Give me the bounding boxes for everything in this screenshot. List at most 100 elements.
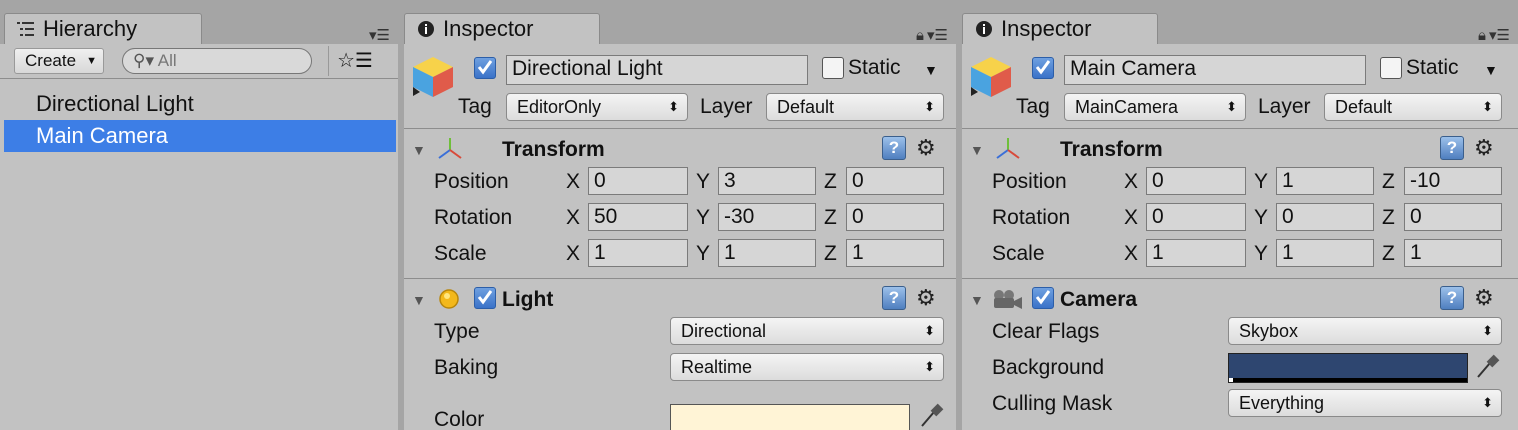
position-x-field[interactable]: 0	[1146, 167, 1246, 195]
background-color-swatch[interactable]	[1228, 353, 1468, 383]
z-label: Z	[824, 242, 837, 265]
z-label: Z	[1382, 170, 1395, 193]
x-label: X	[1124, 242, 1139, 265]
rotation-y-field[interactable]: 0	[1276, 203, 1374, 231]
updown-arrow-icon: ⬍	[1482, 323, 1493, 338]
create-button[interactable]: Create ▼	[14, 48, 104, 74]
static-checkbox[interactable]	[1380, 57, 1402, 79]
position-z-field[interactable]: 0	[846, 167, 944, 195]
rotation-x-field[interactable]: 0	[1146, 203, 1246, 231]
info-icon	[975, 20, 993, 38]
static-menu-icon[interactable]: ▼	[1484, 58, 1498, 82]
foldout-arrow-icon[interactable]: ▼	[412, 142, 426, 158]
eyedropper-icon[interactable]	[1474, 353, 1500, 386]
culling-mask-value: Everything	[1239, 393, 1325, 413]
type-dropdown[interactable]: Directional ⬍	[670, 317, 944, 345]
light-enabled-checkbox[interactable]	[474, 287, 496, 309]
search-field[interactable]: ⚲▾ All	[122, 48, 312, 74]
rotation-x-field[interactable]: 50	[588, 203, 688, 231]
help-book-icon[interactable]: ?	[882, 136, 906, 160]
tag-value: MainCamera	[1075, 97, 1179, 117]
filter-star-button[interactable]: ☆☰	[328, 46, 381, 76]
rotation-label: Rotation	[992, 206, 1071, 229]
rotation-z-field[interactable]: 0	[846, 203, 944, 231]
position-y-field[interactable]: 3	[718, 167, 816, 195]
rotation-y-field[interactable]: -30	[718, 203, 816, 231]
position-label: Position	[992, 170, 1067, 193]
scale-x-field[interactable]: 1	[588, 239, 688, 267]
camera-enabled-checkbox[interactable]	[1032, 287, 1054, 309]
tag-dropdown[interactable]: EditorOnly ⬍	[506, 93, 688, 121]
inspector-tabbar: Inspector 🔒︎ ▾☰	[404, 0, 956, 44]
rotation-label: Rotation	[434, 206, 513, 229]
gear-icon[interactable]: ⚙	[916, 136, 936, 160]
active-checkbox[interactable]	[474, 57, 496, 79]
hierarchy-item-main-camera[interactable]: Main Camera	[4, 120, 396, 152]
updown-arrow-icon: ⬍	[1482, 395, 1493, 410]
position-z-field[interactable]: -10	[1404, 167, 1502, 195]
help-book-icon[interactable]: ?	[882, 286, 906, 310]
scale-y-field[interactable]: 1	[1276, 239, 1374, 267]
hierarchy-panel: Hierarchy ▾☰ Create ▼ ⚲▾ All ☆☰ Directio…	[0, 0, 398, 430]
tab-menu-icon[interactable]: 🔒︎ ▾☰	[916, 26, 948, 45]
clear-flags-value: Skybox	[1239, 321, 1299, 341]
active-checkbox[interactable]	[1032, 57, 1054, 79]
static-checkbox[interactable]	[822, 57, 844, 79]
foldout-arrow-icon[interactable]: ▼	[970, 292, 984, 308]
x-label: X	[1124, 170, 1139, 193]
tag-label: Tag	[458, 95, 492, 118]
tag-dropdown[interactable]: MainCamera ⬍	[1064, 93, 1246, 121]
tab-menu-icon[interactable]: 🔒︎ ▾☰	[1478, 26, 1510, 45]
color-swatch[interactable]	[670, 404, 910, 430]
gear-icon[interactable]: ⚙	[1474, 136, 1494, 160]
camera-title: Camera	[1060, 288, 1138, 311]
static-label: Static	[848, 56, 901, 79]
clear-flags-dropdown[interactable]: Skybox ⬍	[1228, 317, 1502, 345]
help-book-icon[interactable]: ?	[1440, 136, 1464, 160]
eyedropper-icon[interactable]	[918, 402, 944, 430]
position-x-field[interactable]: 0	[588, 167, 688, 195]
inspector-tabbar: Inspector 🔒︎ ▾☰	[962, 0, 1518, 44]
scale-z-field[interactable]: 1	[1404, 239, 1502, 267]
updown-arrow-icon: ⬍	[1226, 99, 1237, 114]
scale-z-field[interactable]: 1	[846, 239, 944, 267]
inspector-tab[interactable]: Inspector	[404, 13, 600, 44]
rotation-z-field[interactable]: 0	[1404, 203, 1502, 231]
star-list-icon: ☆☰	[337, 50, 373, 72]
y-label: Y	[1254, 206, 1269, 229]
object-name-field[interactable]: Main Camera	[1064, 55, 1366, 85]
hierarchy-item-directional-light[interactable]: Directional Light	[4, 88, 396, 120]
gear-icon[interactable]: ⚙	[916, 286, 936, 310]
static-menu-icon[interactable]: ▼	[924, 58, 938, 82]
updown-arrow-icon: ⬍	[924, 99, 935, 114]
culling-mask-dropdown[interactable]: Everything ⬍	[1228, 389, 1502, 417]
position-y-field[interactable]: 1	[1276, 167, 1374, 195]
layer-dropdown[interactable]: Default ⬍	[1324, 93, 1502, 121]
hierarchy-item-label: Main Camera	[36, 123, 169, 148]
static-label: Static	[1406, 56, 1459, 79]
hierarchy-list: Directional Light Main Camera	[4, 88, 396, 152]
tab-menu-icon[interactable]: ▾☰	[369, 26, 390, 44]
baking-dropdown[interactable]: Realtime ⬍	[670, 353, 944, 381]
culling-mask-label: Culling Mask	[992, 392, 1113, 415]
info-icon	[417, 20, 435, 38]
lock-icon[interactable]: 🔒︎	[1478, 27, 1486, 44]
alpha-bar-fill	[1229, 378, 1233, 382]
object-name-field[interactable]: Directional Light	[506, 55, 808, 85]
foldout-arrow-icon[interactable]: ▼	[412, 292, 426, 308]
hierarchy-tab[interactable]: Hierarchy	[4, 13, 202, 44]
inspector-tab-label: Inspector	[443, 16, 534, 41]
gear-icon[interactable]: ⚙	[1474, 286, 1494, 310]
scale-y-field[interactable]: 1	[718, 239, 816, 267]
foldout-arrow-icon[interactable]: ▼	[970, 142, 984, 158]
scale-label: Scale	[992, 242, 1045, 265]
layer-dropdown[interactable]: Default ⬍	[766, 93, 944, 121]
divider	[962, 128, 1518, 129]
inspector-tab[interactable]: Inspector	[962, 13, 1158, 44]
x-label: X	[1124, 206, 1139, 229]
lock-icon[interactable]: 🔒︎	[916, 27, 924, 44]
light-title: Light	[502, 288, 554, 311]
help-book-icon[interactable]: ?	[1440, 286, 1464, 310]
x-label: X	[566, 170, 581, 193]
scale-x-field[interactable]: 1	[1146, 239, 1246, 267]
